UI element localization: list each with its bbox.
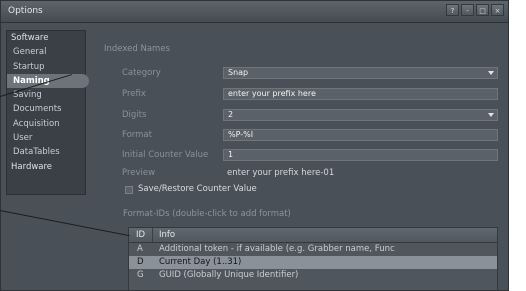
maximize-button[interactable]: □	[476, 4, 489, 16]
table-body: A Additional token - if available (e.g. G…	[129, 243, 497, 282]
sidebar-item-startup[interactable]: Startup	[7, 60, 85, 74]
close-button[interactable]: ×	[491, 4, 504, 16]
sidebar-item-documents[interactable]: Documents	[7, 102, 85, 116]
sidebar-item-user[interactable]: User	[7, 131, 85, 145]
options-window: Options ? - □ × Software General Startup Na…	[0, 0, 509, 291]
column-header-id[interactable]: ID	[129, 228, 153, 242]
sidebar-item-software[interactable]: Software	[7, 31, 85, 45]
format-ids-table: ID Info A Additional token - if available…	[128, 227, 498, 290]
digits-dropdown[interactable]: 2	[223, 109, 498, 121]
title-bar[interactable]: Options ? - □ ×	[1, 1, 508, 23]
format-ids-title: Format-IDs (double-click to add format)	[123, 209, 291, 219]
sidebar-item-acquisition[interactable]: Acquisition	[7, 117, 85, 131]
format-input[interactable]: %P-%I	[223, 129, 498, 141]
window-title: Options	[8, 6, 43, 16]
prefix-label: Prefix	[122, 89, 146, 99]
save-restore-label[interactable]: Save/Restore Counter Value	[138, 184, 257, 194]
format-label: Format	[122, 130, 152, 140]
table-row[interactable]: G GUID (Globally Unique Identifier)	[129, 269, 497, 282]
preview-label: Preview	[122, 168, 156, 178]
options-navigation-tree: Software General Startup Naming Saving Docume…	[6, 30, 89, 195]
cell-id: G	[137, 270, 144, 280]
preview-value: enter your prefix here-01	[227, 168, 335, 178]
sidebar-item-hardware[interactable]: Hardware	[7, 160, 85, 174]
digits-label: Digits	[122, 110, 147, 120]
category-label: Category	[122, 68, 161, 78]
table-row[interactable]: D Current Day (1..31)	[129, 256, 497, 269]
minimize-button[interactable]: -	[461, 4, 474, 16]
prefix-input[interactable]: enter your prefix here	[223, 88, 498, 100]
category-dropdown[interactable]: Snap	[223, 67, 498, 79]
column-header-info[interactable]: Info	[153, 228, 175, 242]
initial-counter-input[interactable]: 1	[223, 149, 498, 161]
window-controls: ? - □ ×	[446, 4, 504, 16]
table-header: ID Info	[129, 228, 497, 243]
section-title: Indexed Names	[104, 44, 170, 54]
digits-value: 2	[228, 110, 234, 119]
category-value: Snap	[228, 68, 249, 77]
dropdown-arrow-icon[interactable]	[488, 113, 494, 117]
table-row[interactable]: A Additional token - if available (e.g. G…	[129, 243, 497, 256]
help-button[interactable]: ?	[446, 4, 459, 16]
initial-counter-label: Initial Counter Value	[122, 150, 209, 160]
cell-info: Additional token - if available (e.g. Gr…	[159, 244, 395, 254]
cell-info: GUID (Globally Unique Identifier)	[159, 270, 299, 280]
cell-info: Current Day (1..31)	[159, 257, 242, 267]
save-restore-checkbox[interactable]	[125, 186, 133, 194]
dropdown-arrow-icon[interactable]	[488, 71, 494, 75]
sidebar-item-datatables[interactable]: DataTables	[7, 145, 85, 159]
cell-id: D	[137, 257, 144, 267]
cell-id: A	[137, 244, 143, 254]
sidebar-item-general[interactable]: General	[7, 45, 85, 59]
